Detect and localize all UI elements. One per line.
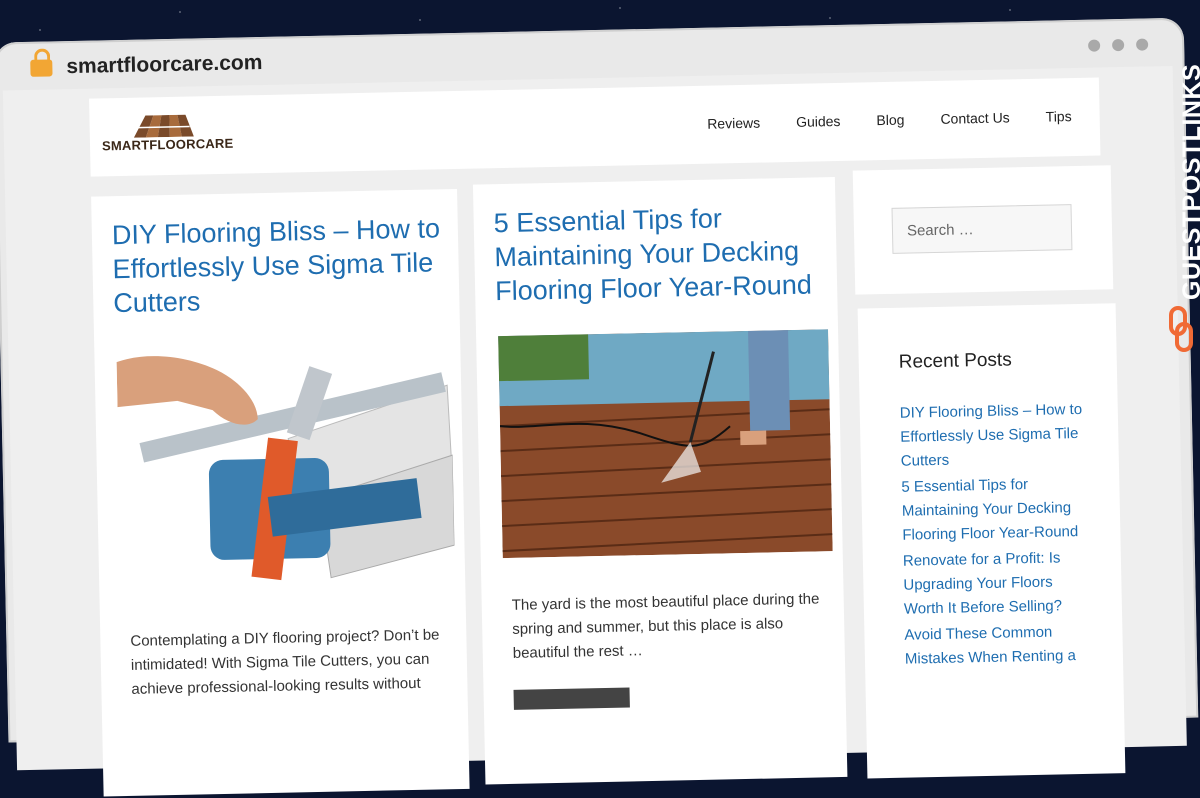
- tile-cutter-image[interactable]: [116, 345, 456, 599]
- window-dot-icon[interactable]: [1136, 38, 1149, 51]
- recent-post-link[interactable]: Avoid These Common Mistakes When Renting…: [904, 620, 1095, 672]
- recent-post-link[interactable]: Renovate for a Profit: Is Upgrading Your…: [903, 546, 1094, 622]
- nav-item-tips[interactable]: Tips: [1046, 108, 1072, 125]
- brand-watermark: GUESTPOSTLINKS: [1158, 60, 1200, 360]
- search-widget: Search …: [852, 165, 1114, 295]
- recent-posts-list: DIY Flooring Bliss – How to Effortlessly…: [900, 398, 1096, 674]
- brand-text: GUESTPOSTLINKS: [1178, 63, 1200, 300]
- widget-title: Recent Posts: [898, 349, 1012, 373]
- window-controls: [1088, 38, 1149, 52]
- deck-cleaning-image[interactable]: [498, 329, 833, 559]
- post-title-link[interactable]: 5 Essential Tips for Maintaining Your De…: [493, 199, 825, 308]
- recent-post-link[interactable]: 5 Essential Tips for Maintaining Your De…: [901, 472, 1092, 548]
- recent-post-link[interactable]: DIY Flooring Bliss – How to Effortlessly…: [900, 398, 1091, 474]
- floor-planks-logo-icon: [133, 114, 194, 138]
- nav-item-guides[interactable]: Guides: [796, 113, 841, 130]
- nav-item-blog[interactable]: Blog: [876, 112, 904, 129]
- nav-item-reviews[interactable]: Reviews: [707, 115, 760, 132]
- lock-icon: [30, 48, 53, 77]
- site-header: SMARTFLOORCARE Reviews Guides Blog Conta…: [89, 77, 1101, 177]
- page-content: SMARTFLOORCARE Reviews Guides Blog Conta…: [2, 65, 1187, 797]
- url-text[interactable]: smartfloorcare.com: [66, 51, 263, 79]
- post-excerpt: The yard is the most beautiful place dur…: [511, 590, 820, 662]
- window-dot-icon[interactable]: [1112, 38, 1125, 52]
- recent-posts-widget: Recent Posts DIY Flooring Bliss – How to…: [857, 303, 1126, 779]
- search-input[interactable]: Search …: [891, 204, 1073, 254]
- window-dot-icon[interactable]: [1088, 39, 1101, 52]
- post-card: DIY Flooring Bliss – How to Effortlessly…: [91, 188, 470, 797]
- post-excerpt: Contemplating a DIY flooring project? Do…: [130, 626, 440, 698]
- post-title-link[interactable]: DIY Flooring Bliss – How to Effortlessly…: [112, 211, 444, 320]
- main-nav: Reviews Guides Blog Contact Us Tips: [707, 108, 1072, 132]
- site-logo[interactable]: SMARTFLOORCARE: [101, 114, 234, 163]
- chain-link-icon: [1169, 306, 1193, 352]
- read-more-button[interactable]: [513, 687, 630, 710]
- browser-window: smartfloorcare.com SMARTFLOORCARE Review…: [0, 17, 1199, 797]
- nav-item-contact-us[interactable]: Contact Us: [940, 109, 1010, 126]
- post-card: 5 Essential Tips for Maintaining Your De…: [472, 177, 848, 785]
- logo-text: SMARTFLOORCARE: [101, 135, 234, 154]
